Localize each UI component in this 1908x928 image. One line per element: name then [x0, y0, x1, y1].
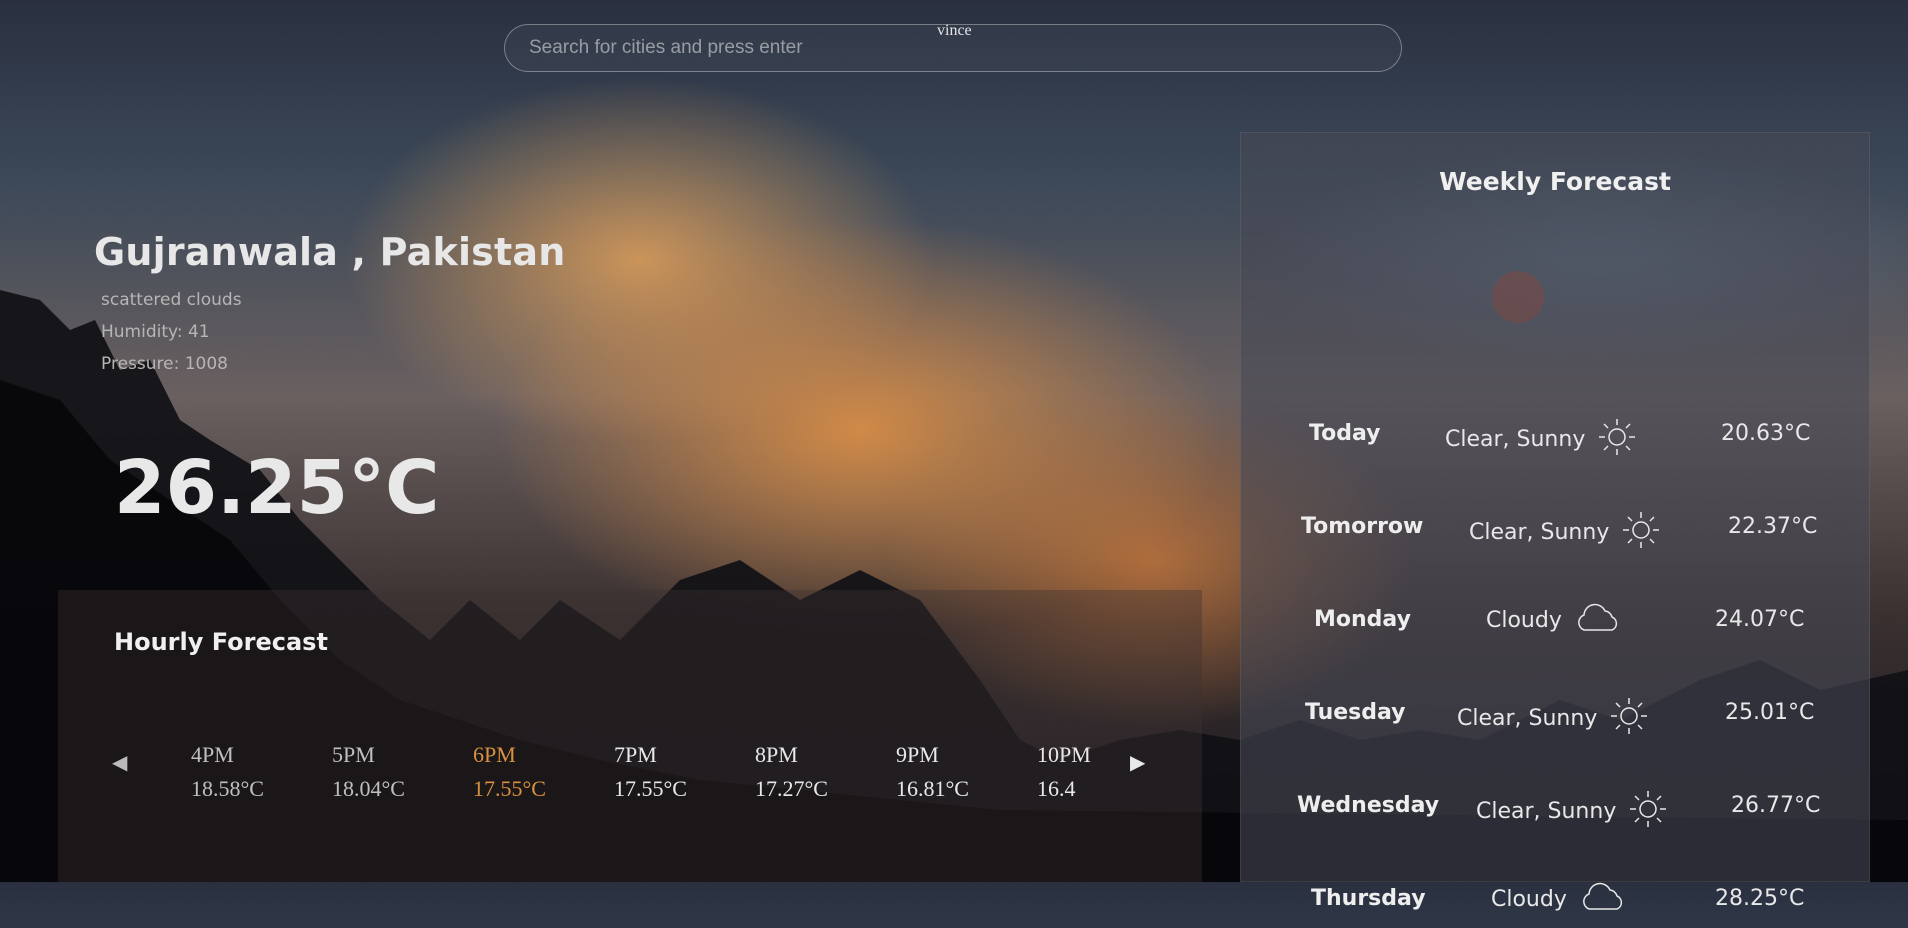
- day-condition: Clear, Sunny: [1469, 512, 1661, 550]
- hourly-forecast-title: Hourly Forecast: [114, 628, 328, 656]
- humidity-value: Humidity: 41: [101, 322, 210, 342]
- hour-item-active[interactable]: 6PM 17.55°C: [473, 742, 614, 802]
- weather-description: scattered clouds: [101, 290, 242, 310]
- hourly-forecast-list: 4PM 18.58°C 5PM 18.04°C 6PM 17.55°C 7PM 17.5…: [191, 742, 1126, 812]
- hour-temp: 17.55°C: [614, 776, 687, 801]
- forecast-row-wednesday: Wednesday Clear, Sunny 26.77°C: [1241, 775, 1871, 835]
- day-temp: 24.07°C: [1715, 607, 1805, 632]
- day-name: Today: [1309, 421, 1381, 446]
- hour-item[interactable]: 10PM 16.4: [1037, 742, 1126, 802]
- condition-text: Clear, Sunny: [1476, 798, 1617, 824]
- day-temp: 22.37°C: [1728, 514, 1818, 539]
- hour-temp: 18.04°C: [332, 776, 405, 801]
- hour-temp: 18.58°C: [191, 776, 264, 801]
- current-temperature: 26.25°C: [114, 445, 440, 531]
- day-condition: Clear, Sunny: [1476, 791, 1668, 829]
- hour-temp: 16.4: [1037, 776, 1076, 801]
- day-name: Monday: [1314, 607, 1411, 632]
- condition-text: Cloudy: [1491, 886, 1567, 912]
- condition-text: Clear, Sunny: [1445, 426, 1586, 452]
- day-name: Wednesday: [1297, 793, 1440, 818]
- hour-temp: 17.55°C: [473, 776, 546, 801]
- hour-time: 4PM: [191, 742, 234, 767]
- sun-icon: [1630, 791, 1667, 827]
- day-condition: Clear, Sunny: [1457, 698, 1649, 736]
- day-temp: 26.77°C: [1731, 793, 1821, 818]
- hour-time: 8PM: [755, 742, 798, 767]
- forecast-row-monday: Monday Cloudy 24.07°C: [1241, 589, 1871, 649]
- sun-icon: [1623, 512, 1660, 548]
- day-temp: 28.25°C: [1715, 886, 1805, 911]
- day-condition: Cloudy: [1491, 882, 1625, 912]
- city-name: Gujranwala , Pakistan: [94, 230, 566, 274]
- hour-temp: 16.81°C: [896, 776, 969, 801]
- day-temp: 20.63°C: [1721, 421, 1811, 446]
- hour-item[interactable]: 7PM 17.55°C: [614, 742, 755, 802]
- hour-item[interactable]: 4PM 18.58°C: [191, 742, 332, 802]
- hour-item[interactable]: 5PM 18.04°C: [332, 742, 473, 802]
- hour-temp: 17.27°C: [755, 776, 828, 801]
- sun-icon: [1599, 419, 1636, 455]
- chevron-left-icon[interactable]: ◀: [112, 750, 127, 774]
- forecast-row-tuesday: Tuesday Clear, Sunny 25.01°C: [1241, 682, 1871, 742]
- condition-text: Clear, Sunny: [1469, 519, 1610, 545]
- condition-text: Cloudy: [1486, 607, 1562, 633]
- hourly-forecast-panel: Hourly Forecast ◀ 4PM 18.58°C 5PM 18.04°C …: [58, 590, 1202, 882]
- day-condition: Cloudy: [1486, 603, 1620, 633]
- sun-icon: [1611, 698, 1648, 734]
- weekly-forecast-panel: Weekly Forecast Today Clear, Sunny 20.63…: [1240, 132, 1871, 912]
- current-weather: Gujranwala , Pakistan scattered clouds H…: [94, 230, 565, 380]
- search-hint-text: vince: [937, 22, 972, 39]
- hour-time: 5PM: [332, 742, 375, 767]
- hour-item[interactable]: 8PM 17.27°C: [755, 742, 896, 802]
- chevron-right-icon[interactable]: ▶: [1130, 750, 1145, 774]
- day-condition: Clear, Sunny: [1445, 419, 1637, 457]
- day-temp: 25.01°C: [1725, 700, 1815, 725]
- hour-time: 10PM: [1037, 742, 1091, 767]
- forecast-row-tomorrow: Tomorrow Clear, Sunny 22.37°C: [1241, 496, 1871, 556]
- hour-item[interactable]: 9PM 16.81°C: [896, 742, 1037, 802]
- weekly-forecast-title: Weekly Forecast: [1439, 167, 1671, 196]
- cloud-icon: [1582, 882, 1623, 910]
- cloud-icon: [1577, 603, 1618, 631]
- day-name: Tomorrow: [1301, 514, 1424, 539]
- day-name: Tuesday: [1305, 700, 1406, 725]
- day-name: Thursday: [1311, 886, 1426, 911]
- hour-time: 9PM: [896, 742, 939, 767]
- forecast-row-thursday: Thursday Cloudy 28.25°C: [1241, 868, 1871, 928]
- forecast-row-today: Today Clear, Sunny 20.63°C: [1241, 403, 1871, 463]
- hour-time: 7PM: [614, 742, 657, 767]
- hour-time: 6PM: [473, 742, 516, 767]
- condition-text: Clear, Sunny: [1457, 705, 1598, 731]
- pressure-value: Pressure: 1008: [101, 354, 228, 374]
